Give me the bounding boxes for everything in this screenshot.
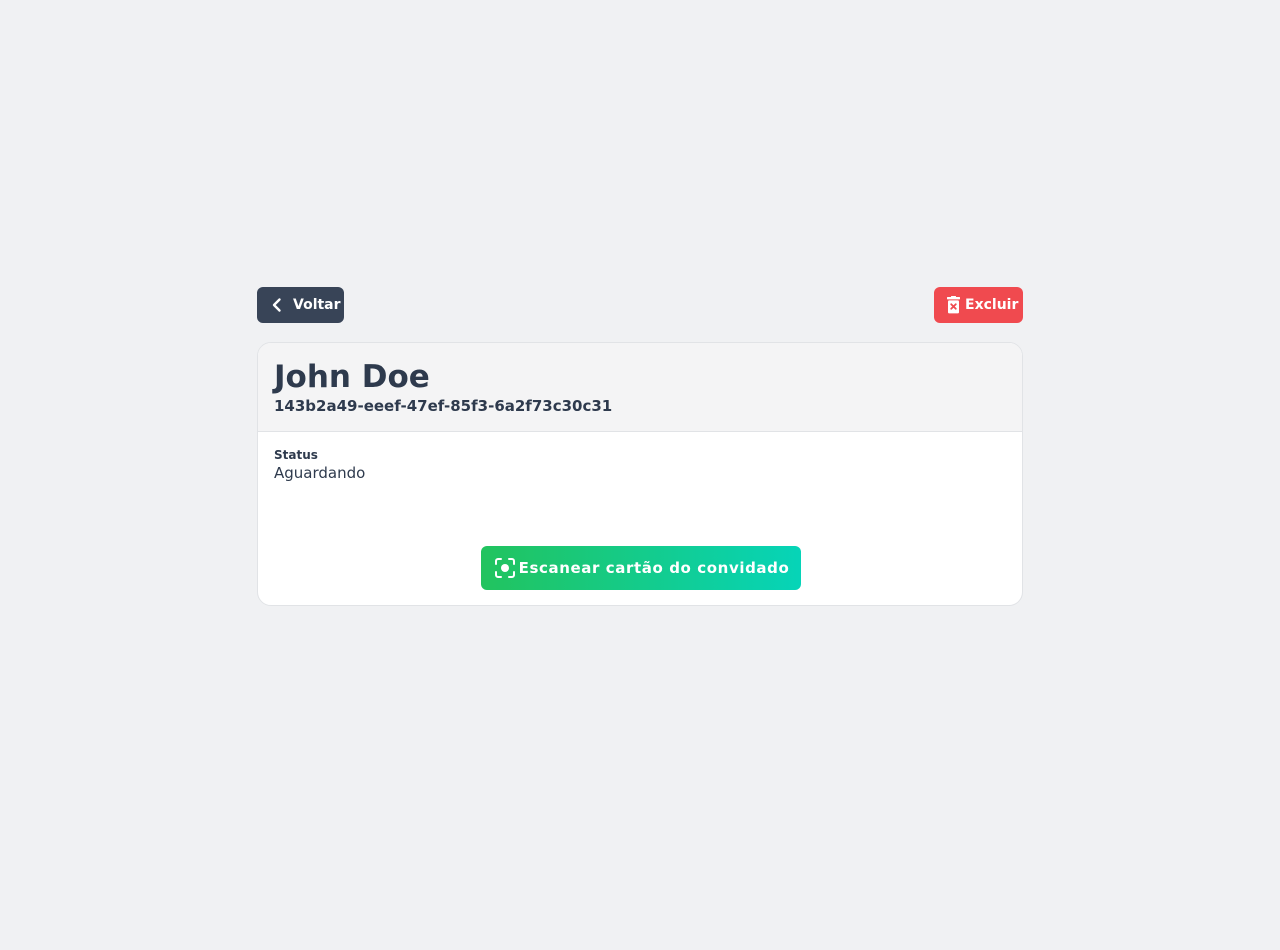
guest-id: 143b2a49-eeef-47ef-85f3-6a2f73c30c31 [274,397,613,415]
guest-detail-page: Voltar Excluir John Doe 143b2a49-eeef-47… [257,287,1023,606]
trash-x-icon [946,296,961,314]
guest-card-body: Status Aguardando Escanear cartão do con… [258,432,1022,605]
status-value: Aguardando [274,464,366,482]
back-button[interactable]: Voltar [257,287,344,323]
guest-name: John Doe [274,359,430,395]
scan-button-label: Escanear cartão do convidado [518,559,790,577]
delete-button-label: Excluir [965,297,1019,313]
toolbar: Voltar Excluir [257,287,1023,323]
status-label: Status [274,448,318,462]
chevron-left-icon [269,297,285,313]
scan-guest-card-button[interactable]: Escanear cartão do convidado [481,546,801,590]
back-button-label: Voltar [293,297,341,313]
delete-button[interactable]: Excluir [934,287,1023,323]
scan-focus-icon [493,556,517,580]
guest-card-header: John Doe 143b2a49-eeef-47ef-85f3-6a2f73c… [258,343,1022,432]
guest-card: John Doe 143b2a49-eeef-47ef-85f3-6a2f73c… [257,342,1023,606]
